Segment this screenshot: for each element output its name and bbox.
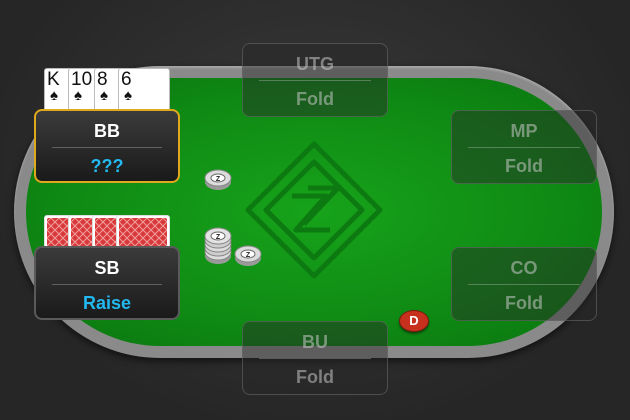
seat-action-label: Raise [82, 293, 132, 313]
seat-divider [468, 147, 580, 148]
spade-icon: ♠ [74, 87, 82, 104]
dealer-button: D [399, 310, 429, 332]
seat-divider [259, 80, 371, 81]
chip-stack-sb: Z [204, 227, 232, 264]
seat-divider [52, 147, 162, 148]
seat-bu[interactable]: BU Fold [242, 321, 388, 395]
svg-text:Z: Z [216, 234, 221, 241]
seat-mp[interactable]: MP Fold [451, 110, 597, 184]
seat-position-label: CO [510, 258, 538, 278]
seat-divider [52, 284, 162, 285]
seat-action-label: Fold [296, 367, 334, 387]
seat-action-label: Fold [505, 156, 543, 176]
chip-stack-bb: Z [204, 169, 232, 190]
seat-position-label: BB [94, 121, 120, 141]
seat-action-label: ??? [90, 156, 124, 176]
felt-logo-icon [245, 141, 383, 279]
seat-co[interactable]: CO Fold [451, 247, 597, 321]
seat-bb[interactable]: BB ??? [34, 109, 180, 183]
svg-text:Z: Z [246, 252, 251, 259]
spade-icon: ♠ [124, 87, 132, 104]
seat-sb[interactable]: SB Raise [34, 246, 180, 320]
seat-action-label: Fold [296, 89, 334, 109]
seat-divider [259, 358, 371, 359]
chip-single: Z [234, 245, 262, 266]
hero-card: 6 ♠ [118, 68, 170, 112]
seat-position-label: UTG [296, 54, 334, 74]
spade-icon: ♠ [50, 87, 58, 104]
seat-position-label: SB [94, 258, 120, 278]
seat-position-label: BU [302, 332, 328, 352]
seat-utg[interactable]: UTG Fold [242, 43, 388, 117]
seat-action-label: Fold [505, 293, 543, 313]
seat-divider [468, 284, 580, 285]
seat-position-label: MP [510, 121, 538, 141]
spade-icon: ♠ [100, 87, 108, 104]
svg-text:Z: Z [216, 176, 221, 183]
